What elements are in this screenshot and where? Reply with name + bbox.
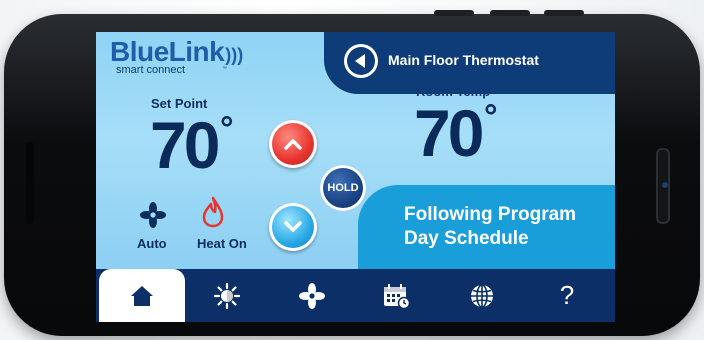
tab-network[interactable] — [439, 269, 525, 322]
program-line-2: Day Schedule — [404, 228, 529, 249]
program-status-text: Following Program Day Schedule — [404, 203, 576, 251]
fan-icon — [299, 282, 325, 309]
program-line-1: Following Program — [404, 204, 577, 225]
page-title: Main Floor Thermostat — [388, 52, 539, 68]
room-temp-value: 70 — [414, 96, 484, 170]
chevron-down-icon — [284, 221, 302, 232]
trademark-mark: ™ — [222, 66, 227, 72]
home-icon — [131, 285, 153, 306]
power-button — [544, 10, 584, 16]
tab-home[interactable] — [99, 269, 185, 322]
tab-fan[interactable] — [269, 269, 355, 322]
main-panel: BlueLink))) smart connect ™ Main Floor T… — [96, 32, 615, 269]
volume-button — [434, 10, 474, 16]
room-temp-degree: ° — [484, 98, 498, 136]
calendar-icon — [384, 283, 411, 309]
tab-weather[interactable] — [184, 269, 270, 322]
set-point-value: 70 — [150, 108, 220, 182]
back-arrow-icon — [347, 47, 375, 75]
speaker-grille — [26, 142, 34, 224]
volume-button — [490, 10, 530, 16]
chevron-up-icon — [284, 139, 302, 150]
tab-help[interactable]: ? — [524, 269, 610, 322]
hold-button[interactable]: HOLD — [320, 165, 366, 211]
logo-tagline: smart connect — [116, 64, 186, 76]
back-button[interactable] — [344, 44, 378, 78]
help-icon: ? — [559, 280, 575, 310]
globe-icon — [471, 283, 493, 308]
decrease-temp-button[interactable] — [269, 203, 317, 251]
set-point-degree: ° — [220, 110, 234, 148]
camera — [662, 182, 668, 188]
fan-mode-label: Auto — [137, 236, 167, 251]
sun-icon — [214, 282, 240, 309]
program-status-panel[interactable]: Following Program Day Schedule — [358, 185, 615, 269]
app-screen: BlueLink))) smart connect ™ Main Floor T… — [96, 32, 615, 322]
wireless-waves-icon: ))) — [225, 45, 244, 65]
tab-bar: ? — [96, 269, 615, 322]
tab-schedule[interactable] — [354, 269, 440, 322]
heat-mode-label: Heat On — [197, 236, 247, 251]
logo-text: BlueLink — [110, 36, 225, 67]
increase-temp-button[interactable] — [269, 120, 317, 168]
fan-icon[interactable] — [140, 202, 166, 228]
flame-icon[interactable] — [202, 196, 224, 228]
